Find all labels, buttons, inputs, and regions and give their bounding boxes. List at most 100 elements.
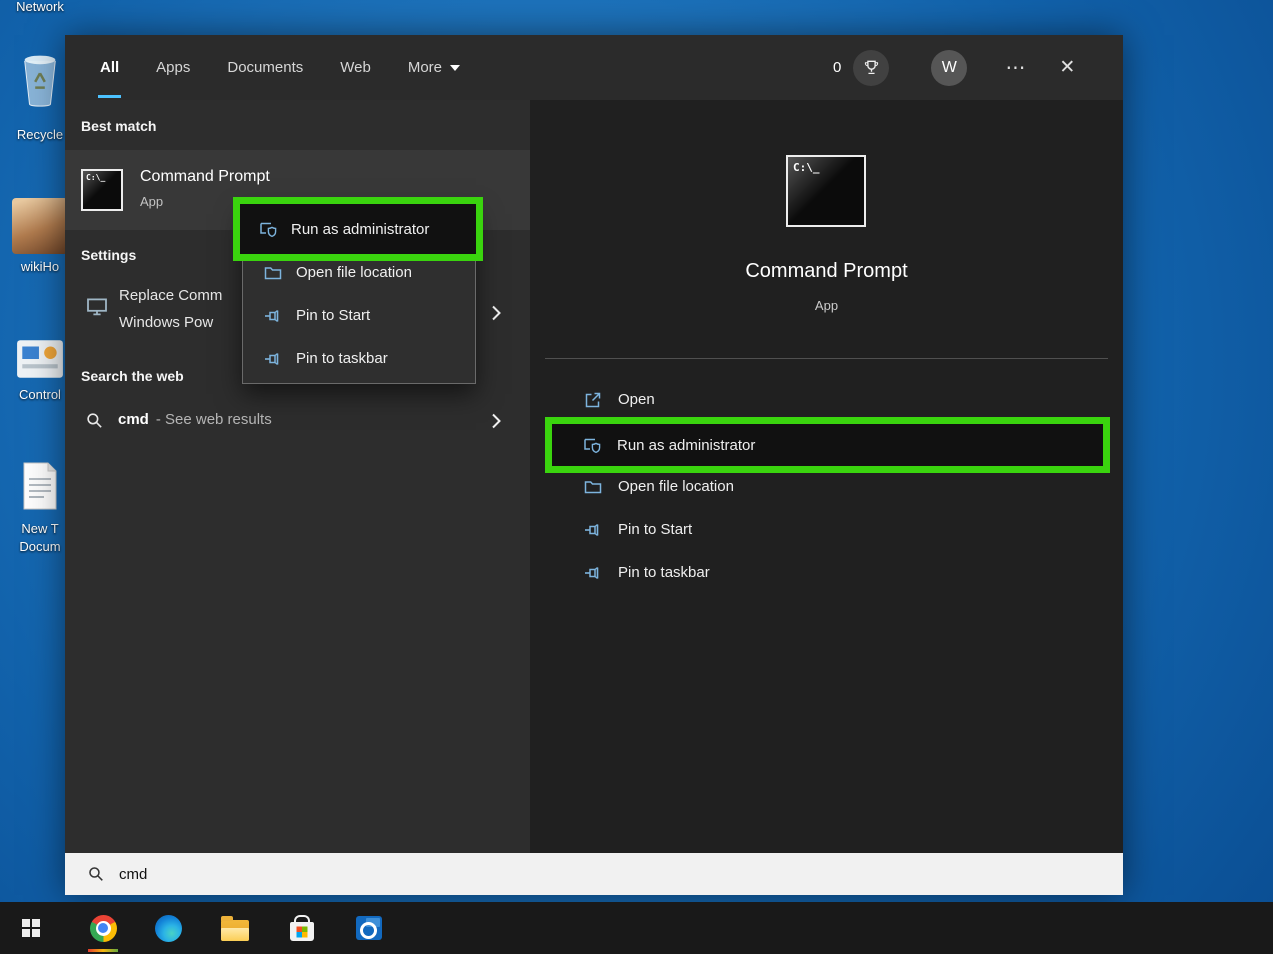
- search-bar: [65, 853, 1123, 895]
- user-avatar[interactable]: W: [931, 49, 968, 86]
- web-query: cmd: [118, 411, 149, 428]
- desktop-icon-recycle-bin[interactable]: Recycle: [6, 38, 74, 144]
- control-panel-icon: [17, 340, 63, 378]
- rewards-count: 0: [833, 59, 842, 76]
- text-document-icon: [23, 462, 57, 510]
- start-button[interactable]: [8, 902, 54, 954]
- pin-icon: [583, 520, 603, 540]
- tab-web[interactable]: Web: [340, 35, 371, 100]
- search-window-header: All Apps Documents Web More 0 W ⋯ ✕: [65, 35, 1123, 100]
- close-button[interactable]: ✕: [1059, 56, 1075, 79]
- tab-more[interactable]: More: [408, 35, 460, 100]
- rewards-button[interactable]: [853, 49, 890, 86]
- settings-result-line1: Replace Comm: [119, 287, 223, 304]
- command-prompt-icon-large: [786, 155, 866, 227]
- search-icon: [87, 865, 105, 883]
- file-explorer-icon: [221, 915, 249, 941]
- desktop-icon-label: New T Docum: [19, 521, 61, 554]
- chevron-right-icon[interactable]: [490, 303, 502, 323]
- menu-item-label: Open file location: [296, 264, 412, 281]
- pin-icon: [583, 563, 603, 583]
- context-menu-item-run-as-administrator[interactable]: Run as administrator: [240, 204, 476, 254]
- caret-down-icon: [450, 65, 460, 71]
- command-prompt-icon: [81, 169, 123, 211]
- settings-section-header: Settings: [81, 247, 137, 263]
- context-menu-item-pin-to-start[interactable]: Pin to Start: [243, 294, 475, 337]
- desktop-icon-label: Control: [19, 387, 61, 402]
- highlight-box-preview-run-as-admin: Run as administrator: [545, 417, 1110, 473]
- settings-result-line2: Windows Pow: [119, 314, 214, 331]
- menu-item-label: Run as administrator: [291, 220, 430, 238]
- search-input[interactable]: [119, 865, 719, 883]
- taskbar-file-explorer[interactable]: [212, 902, 258, 954]
- taskbar-edge[interactable]: [145, 902, 191, 954]
- desktop-icon-new-text-document[interactable]: New T Docum: [6, 456, 74, 555]
- desktop-icon-wikihow[interactable]: wikiHo: [6, 198, 74, 276]
- action-pin-to-taskbar[interactable]: Pin to taskbar: [545, 551, 1108, 594]
- recycle-bin-icon: [24, 55, 56, 107]
- edge-icon: [154, 914, 182, 942]
- folder-icon: [263, 263, 283, 283]
- web-result-text: cmd - See web results: [118, 411, 272, 428]
- header-actions: 0 W ⋯ ✕: [833, 35, 1075, 100]
- pin-icon: [263, 349, 283, 369]
- wikihow-icon: [12, 198, 68, 254]
- search-icon: [85, 411, 104, 430]
- highlight-box-context-run-as-admin: Run as administrator: [233, 197, 483, 261]
- shield-icon: [258, 219, 278, 239]
- trophy-icon: [862, 58, 881, 77]
- options-menu-button[interactable]: ⋯: [1005, 55, 1027, 80]
- microsoft-flag-icon: [296, 926, 308, 937]
- action-pin-to-start[interactable]: Pin to Start: [545, 508, 1108, 551]
- start-search-window: All Apps Documents Web More 0 W ⋯ ✕ Best…: [65, 35, 1123, 895]
- menu-item-label: Pin to Start: [296, 307, 371, 324]
- open-icon: [583, 390, 603, 410]
- action-label: Open: [618, 391, 655, 408]
- preview-subtitle: App: [814, 298, 839, 313]
- chrome-icon: [89, 914, 117, 942]
- action-label: Run as administrator: [617, 436, 756, 454]
- context-menu-item-pin-to-taskbar[interactable]: Pin to taskbar: [243, 337, 475, 380]
- taskbar-chrome[interactable]: [80, 902, 126, 954]
- desktop-icon-control-panel[interactable]: Control: [6, 336, 74, 404]
- chevron-right-icon[interactable]: [490, 411, 502, 431]
- tab-all[interactable]: All: [97, 35, 122, 100]
- preview-panel: Command Prompt App Open Open file locati…: [530, 100, 1123, 853]
- web-search-result[interactable]: cmd - See web results: [65, 398, 530, 444]
- action-label: Pin to Start: [618, 521, 693, 538]
- menu-item-label: Pin to taskbar: [296, 350, 388, 367]
- desktop-icon-network[interactable]: Network: [6, 0, 74, 16]
- microsoft-store-icon: [290, 922, 314, 941]
- search-window-body: Best match Command Prompt App Settings R…: [65, 100, 1123, 853]
- action-open[interactable]: Open: [545, 378, 1108, 421]
- tab-label: Web: [340, 59, 371, 76]
- tab-label: Documents: [227, 59, 304, 76]
- action-run-as-administrator[interactable]: Run as administrator: [552, 424, 1103, 466]
- outlook-icon: [356, 916, 382, 940]
- desktop: Network Recycle wikiHo Control New T Doc…: [0, 0, 1273, 954]
- taskbar-outlook[interactable]: [346, 902, 392, 954]
- tab-label: Apps: [156, 59, 191, 76]
- tab-apps[interactable]: Apps: [156, 35, 190, 100]
- best-match-header: Best match: [81, 118, 157, 134]
- taskbar: [0, 902, 1273, 954]
- taskbar-store[interactable]: [279, 902, 325, 954]
- web-section-header: Search the web: [81, 368, 184, 384]
- best-match-subtitle: App: [140, 194, 164, 209]
- desktop-icon-label: Recycle: [16, 127, 64, 142]
- tab-documents[interactable]: Documents: [227, 35, 303, 100]
- chrome-running-indicator: [88, 949, 118, 952]
- web-suffix: - See web results: [155, 411, 272, 428]
- desktop-icon-label: Network: [16, 0, 64, 14]
- best-match-title: Command Prompt: [140, 168, 270, 185]
- console-settings-icon: [85, 294, 109, 318]
- tab-label: More: [407, 59, 443, 76]
- windows-logo-icon: [22, 919, 40, 937]
- action-label: Pin to taskbar: [618, 564, 710, 581]
- tab-label: All: [100, 59, 120, 76]
- shield-icon: [582, 435, 602, 455]
- desktop-icon-label: wikiHo: [20, 259, 60, 274]
- pin-icon: [263, 306, 283, 326]
- preview-title: Command Prompt: [745, 260, 908, 282]
- divider: [545, 358, 1108, 359]
